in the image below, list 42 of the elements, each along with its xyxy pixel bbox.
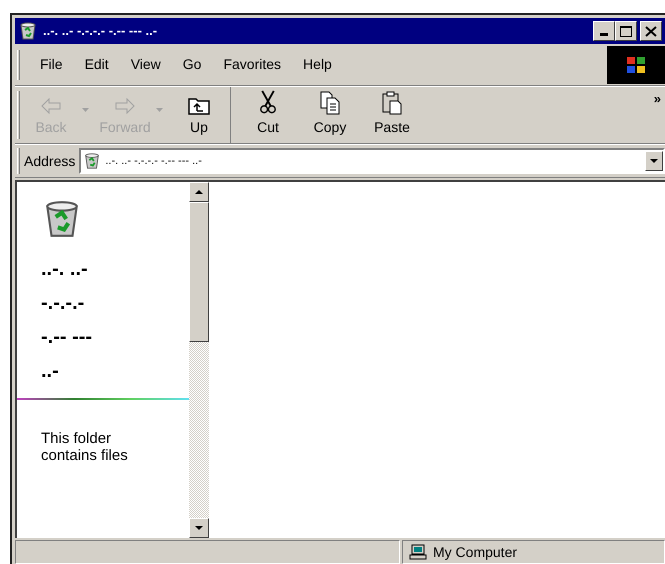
menu-item[interactable]: Help — [303, 54, 332, 75]
address-label: Address — [24, 152, 76, 170]
toolbar-button[interactable]: Paste — [361, 90, 423, 140]
maximize-icon — [620, 26, 632, 36]
toolbar-button[interactable]: Up — [168, 90, 230, 140]
close-icon — [645, 26, 657, 36]
copy-icon — [319, 91, 341, 115]
menu-item[interactable]: File — [40, 54, 63, 75]
scroll-down-button[interactable] — [189, 518, 209, 538]
window-title: ..-. ..- -.-.-.- -.-- --- ..- — [43, 22, 158, 40]
computer-icon — [409, 544, 427, 560]
dropdown-button[interactable] — [645, 151, 663, 171]
more-chevron[interactable]: » — [654, 89, 661, 108]
menu-item[interactable]: View — [130, 54, 161, 75]
forward-arrow-icon — [114, 97, 136, 115]
scroll-up-button[interactable] — [189, 182, 209, 202]
menu-item[interactable]: Go — [182, 54, 202, 75]
dropdown-caret-icon — [82, 108, 89, 112]
scroll-thumb[interactable] — [189, 202, 209, 342]
minimize-icon — [600, 33, 608, 36]
maximize-button[interactable] — [615, 21, 637, 41]
scrollbar[interactable] — [189, 182, 209, 538]
close-button[interactable] — [640, 21, 662, 41]
caret-icon — [650, 159, 658, 163]
folder-title: ..-. ..- -.-.-.- -.-- --- ..- — [41, 257, 94, 384]
recycle-bin-icon — [83, 152, 102, 170]
address-field[interactable]: ..-. ..- -.-.-.- -.-- --- ..- — [79, 148, 665, 174]
menu-item[interactable]: Edit — [84, 54, 109, 75]
back-arrow-icon — [40, 97, 62, 115]
menu-item[interactable]: Favorites — [223, 54, 282, 75]
toolbar-button[interactable]: Cut — [237, 90, 299, 140]
scissors-icon — [258, 90, 278, 115]
recycle-bin-icon — [18, 21, 38, 41]
up-caret-icon — [195, 190, 203, 194]
dropdown-caret-icon — [156, 108, 163, 112]
windows-logo-icon — [625, 54, 647, 74]
minimize-button[interactable] — [593, 21, 615, 41]
zone-label: My Computer — [433, 542, 518, 562]
folder-description: This folder contains files — [41, 430, 129, 464]
toolbar-button[interactable]: Copy — [299, 90, 361, 140]
clipboard-icon — [381, 91, 403, 115]
down-caret-icon — [195, 526, 203, 530]
